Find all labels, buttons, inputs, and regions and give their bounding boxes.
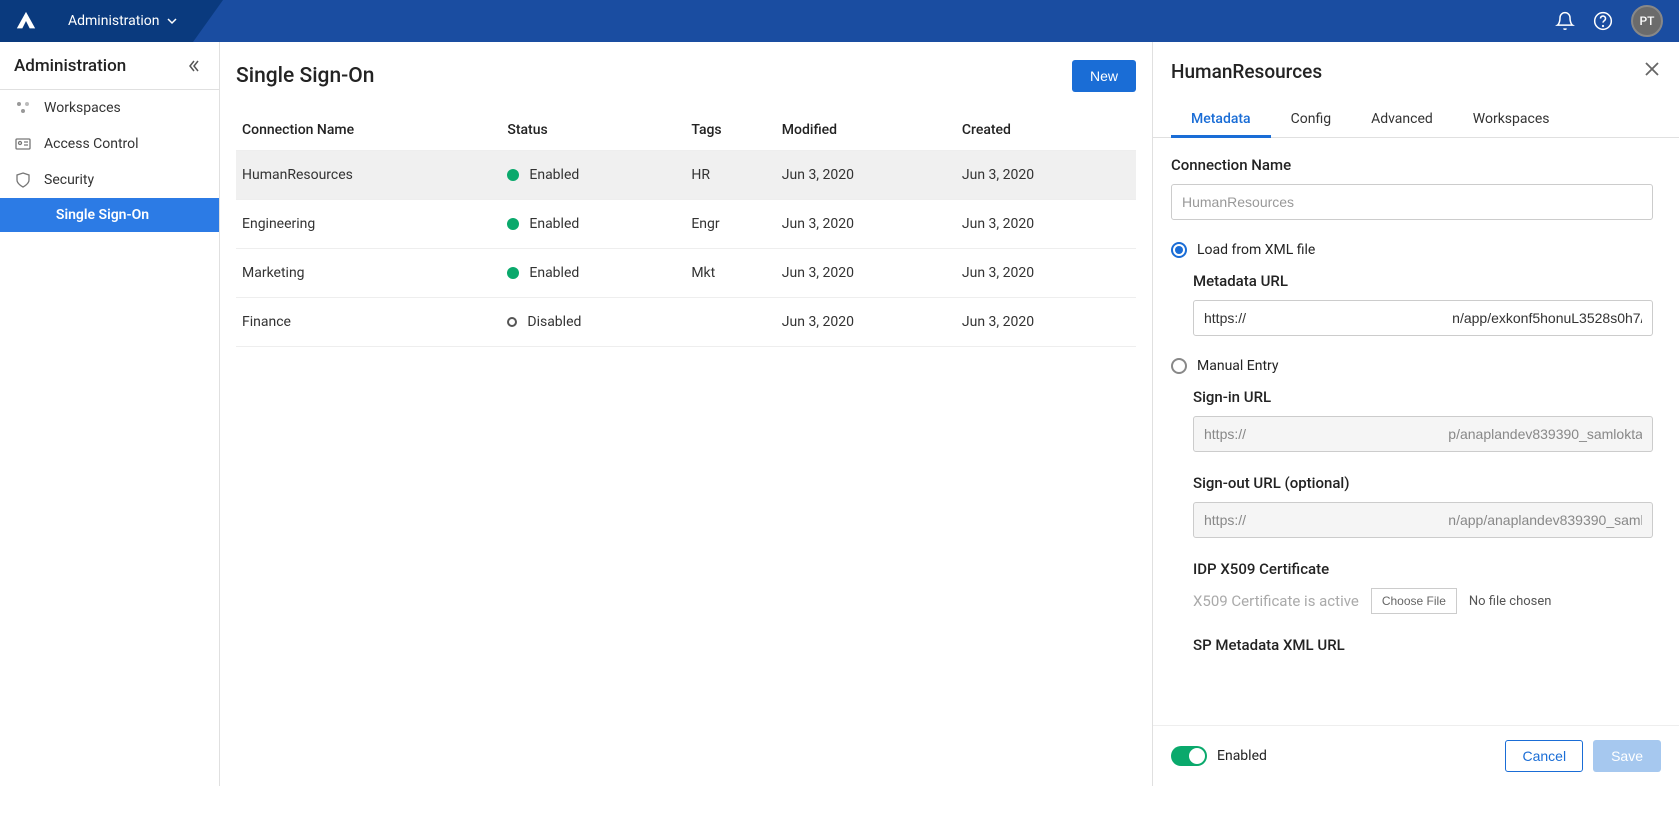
cancel-button[interactable]: Cancel: [1505, 740, 1583, 772]
cell-connection-name: Marketing: [236, 249, 501, 298]
topbar: Administration PT: [0, 0, 1679, 42]
no-file-text: No file chosen: [1469, 594, 1552, 609]
tab-advanced[interactable]: Advanced: [1351, 101, 1453, 137]
topbar-section-dropdown[interactable]: Administration: [52, 0, 193, 42]
cell-created: Jun 3, 2020: [956, 298, 1136, 347]
panel-title: HumanResources: [1171, 60, 1322, 83]
help-icon[interactable]: [1593, 11, 1613, 31]
table-header[interactable]: Tags: [685, 110, 775, 151]
sidebar-item-single-sign-on[interactable]: Single Sign-On: [0, 198, 219, 232]
cell-connection-name: Finance: [236, 298, 501, 347]
cell-created: Jun 3, 2020: [956, 200, 1136, 249]
sidebar-collapse-button[interactable]: [183, 55, 205, 77]
detail-panel: HumanResources MetadataConfigAdvancedWor…: [1152, 42, 1679, 786]
load-xml-label: Load from XML file: [1197, 242, 1315, 258]
table-header[interactable]: Created: [956, 110, 1136, 151]
tab-metadata[interactable]: Metadata: [1171, 101, 1271, 137]
close-panel-button[interactable]: [1643, 60, 1661, 82]
manual-entry-radio[interactable]: [1171, 358, 1187, 374]
content-area: Single Sign-On New Connection NameStatus…: [220, 42, 1152, 786]
chevron-double-left-icon: [187, 59, 201, 73]
workspaces-icon: [14, 99, 32, 117]
new-button[interactable]: New: [1072, 60, 1136, 92]
signin-url-input: [1193, 416, 1653, 452]
cell-modified: Jun 3, 2020: [776, 249, 956, 298]
signout-url-label: Sign-out URL (optional): [1193, 474, 1653, 492]
table-row[interactable]: MarketingEnabledMktJun 3, 2020Jun 3, 202…: [236, 249, 1136, 298]
tab-workspaces[interactable]: Workspaces: [1453, 101, 1570, 137]
sidebar-item-label: Workspaces: [44, 100, 121, 116]
connection-name-input[interactable]: [1171, 184, 1653, 220]
table-row[interactable]: FinanceDisabled Jun 3, 2020Jun 3, 2020: [236, 298, 1136, 347]
sidebar-item-label: Single Sign-On: [56, 207, 149, 223]
table-row[interactable]: EngineeringEnabledEngrJun 3, 2020Jun 3, …: [236, 200, 1136, 249]
close-icon: [1643, 60, 1661, 78]
signout-url-input: [1193, 502, 1653, 538]
table-header[interactable]: Connection Name: [236, 110, 501, 151]
cell-connection-name: HumanResources: [236, 151, 501, 200]
sp-metadata-label: SP Metadata XML URL: [1193, 636, 1653, 654]
metadata-url-input[interactable]: [1193, 300, 1653, 336]
app-logo[interactable]: [0, 0, 52, 42]
table-row[interactable]: HumanResourcesEnabledHRJun 3, 2020Jun 3,…: [236, 151, 1136, 200]
avatar[interactable]: PT: [1631, 5, 1663, 37]
page-title: Single Sign-On: [236, 64, 374, 88]
table-header[interactable]: Modified: [776, 110, 956, 151]
choose-file-button[interactable]: Choose File: [1371, 588, 1457, 614]
connection-name-label: Connection Name: [1171, 156, 1653, 174]
cell-tags: [685, 298, 775, 347]
cell-created: Jun 3, 2020: [956, 249, 1136, 298]
cell-status: Enabled: [501, 249, 685, 298]
tab-config[interactable]: Config: [1271, 101, 1351, 137]
cell-modified: Jun 3, 2020: [776, 298, 956, 347]
notifications-icon[interactable]: [1555, 11, 1575, 31]
cell-status: Enabled: [501, 200, 685, 249]
sidebar-item-label: Security: [44, 172, 94, 188]
connections-table: Connection NameStatusTagsModifiedCreated…: [236, 110, 1136, 347]
sidebar-item-security[interactable]: Security: [0, 162, 219, 198]
topbar-section-label: Administration: [68, 13, 159, 29]
enabled-toggle-label: Enabled: [1217, 748, 1267, 764]
status-dot-icon: [507, 317, 517, 327]
chevron-down-icon: [167, 16, 177, 26]
enabled-toggle[interactable]: [1171, 746, 1207, 766]
idp-cert-label: IDP X509 Certificate: [1193, 560, 1653, 578]
manual-entry-label: Manual Entry: [1197, 358, 1279, 374]
cell-tags: HR: [685, 151, 775, 200]
cell-modified: Jun 3, 2020: [776, 151, 956, 200]
cell-created: Jun 3, 2020: [956, 151, 1136, 200]
cell-modified: Jun 3, 2020: [776, 200, 956, 249]
table-header[interactable]: Status: [501, 110, 685, 151]
sidebar-item-label: Access Control: [44, 136, 139, 152]
sidebar-item-workspaces[interactable]: Workspaces: [0, 90, 219, 126]
shield-icon: [14, 171, 32, 189]
load-xml-radio[interactable]: [1171, 242, 1187, 258]
cell-status: Disabled: [501, 298, 685, 347]
signin-url-label: Sign-in URL: [1193, 388, 1653, 406]
cell-tags: Mkt: [685, 249, 775, 298]
metadata-url-label: Metadata URL: [1193, 272, 1653, 290]
avatar-initials: PT: [1640, 14, 1655, 28]
sidebar: Administration Workspaces Access Control…: [0, 42, 220, 786]
sidebar-title: Administration: [14, 56, 126, 76]
status-dot-icon: [507, 218, 519, 230]
status-dot-icon: [507, 267, 519, 279]
cell-connection-name: Engineering: [236, 200, 501, 249]
cell-tags: Engr: [685, 200, 775, 249]
cell-status: Enabled: [501, 151, 685, 200]
cert-status-text: X509 Certificate is active: [1193, 592, 1359, 610]
status-dot-icon: [507, 169, 519, 181]
sidebar-item-access-control[interactable]: Access Control: [0, 126, 219, 162]
save-button[interactable]: Save: [1593, 740, 1661, 772]
id-card-icon: [14, 135, 32, 153]
